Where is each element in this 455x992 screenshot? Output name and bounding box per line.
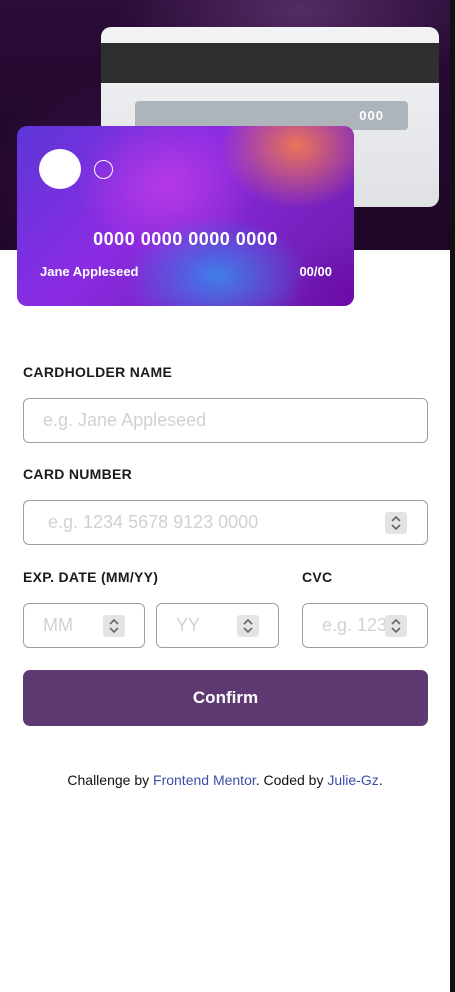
cvc-placeholder: e.g. 123 [322, 615, 388, 635]
card-number-placeholder: e.g. 1234 5678 9123 0000 [48, 512, 259, 532]
exp-month-input[interactable]: MM [23, 603, 145, 648]
exp-date-label: EXP. DATE (MM/YY) [23, 569, 159, 585]
page: 000 0000 0000 0000 0000 Jane Appleseed 0… [0, 0, 455, 992]
spinner-arrows-icon[interactable] [385, 615, 407, 637]
exp-month-placeholder: MM [43, 615, 73, 635]
footer-middle: . Coded by [255, 772, 328, 788]
author-link[interactable]: Julie-Gz [327, 772, 378, 788]
cardholder-name-placeholder: e.g. Jane Appleseed [43, 410, 207, 430]
footer-prefix: Challenge by [67, 772, 154, 788]
attribution-footer: Challenge by Frontend Mentor. Coded by J… [0, 772, 450, 788]
card-expiry-display: 00/00 [299, 264, 332, 279]
card-number-display: 0000 0000 0000 0000 [93, 229, 278, 249]
cvc-input[interactable]: e.g. 123 [302, 603, 428, 648]
cardholder-name-input[interactable]: e.g. Jane Appleseed [23, 398, 428, 443]
card-number-label: CARD NUMBER [23, 466, 133, 482]
spinner-arrows-icon[interactable] [385, 512, 407, 534]
spinner-arrows-icon[interactable] [103, 615, 125, 637]
card-logo-circle-icon [39, 149, 81, 189]
scrollbar-edge [450, 0, 455, 992]
exp-year-placeholder: YY [176, 615, 201, 635]
card-cvc-display: 000 [359, 108, 384, 123]
card-number-input[interactable]: e.g. 1234 5678 9123 0000 [23, 500, 428, 545]
card-front: 0000 0000 0000 0000 Jane Appleseed 00/00 [17, 126, 354, 306]
card-holder-display: Jane Appleseed [40, 264, 139, 279]
cardholder-name-label: CARDHOLDER NAME [23, 364, 173, 380]
cvc-label: CVC [302, 569, 333, 585]
card-logo-ring-icon [94, 160, 113, 179]
frontend-mentor-link[interactable]: Frontend Mentor [153, 772, 256, 788]
footer-suffix: . [378, 772, 383, 788]
confirm-button[interactable]: Confirm [23, 670, 428, 726]
spinner-arrows-icon[interactable] [237, 615, 259, 637]
magnetic-stripe [101, 43, 439, 83]
exp-year-input[interactable]: YY [156, 603, 279, 648]
